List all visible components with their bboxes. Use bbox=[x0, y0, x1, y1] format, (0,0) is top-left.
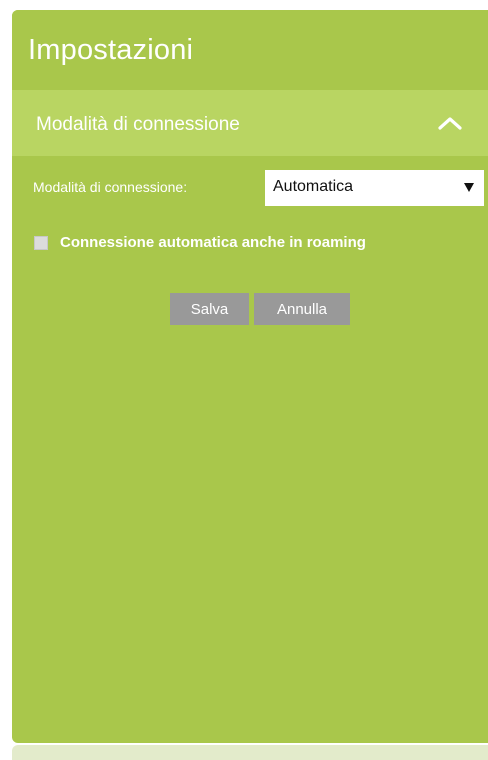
connection-mode-row: Modalità di connessione: Automatica bbox=[12, 170, 488, 206]
connection-mode-label: Modalità di connessione: bbox=[33, 179, 188, 195]
roaming-checkbox-label[interactable]: Connessione automatica anche in roaming bbox=[60, 234, 366, 251]
settings-panel: Impostazioni Modalità di connessione Mod… bbox=[12, 10, 488, 743]
chevron-up-icon bbox=[438, 117, 462, 130]
cancel-button[interactable]: Annulla bbox=[254, 293, 350, 325]
connection-mode-section-toggle[interactable]: Modalità di connessione bbox=[12, 90, 488, 156]
connection-mode-select[interactable]: Automatica bbox=[265, 170, 484, 206]
connection-mode-selected-value: Automatica bbox=[273, 178, 354, 195]
panel-title: Impostazioni bbox=[28, 34, 194, 66]
save-button[interactable]: Salva bbox=[170, 293, 249, 325]
roaming-checkbox[interactable] bbox=[34, 236, 48, 250]
panel-header: Impostazioni bbox=[12, 10, 488, 90]
dropdown-arrow-icon bbox=[464, 183, 474, 192]
panel-footer-strip bbox=[12, 745, 488, 760]
section-title: Modalità di connessione bbox=[36, 114, 240, 135]
